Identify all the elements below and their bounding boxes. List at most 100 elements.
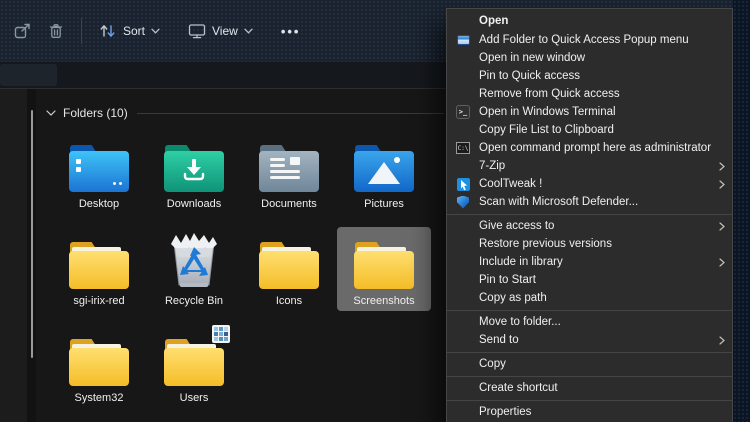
sort-icon [100, 25, 115, 37]
sort-button[interactable]: Sort [91, 15, 168, 47]
folder-tile-icons[interactable]: Icons [242, 227, 336, 311]
menu-item-properties[interactable]: Properties [447, 403, 732, 421]
file-explorer-window: Sort View ••• Folders (10) Desktop Downl… [0, 0, 750, 422]
recycle-bin-icon [171, 233, 217, 287]
menu-item-send-to[interactable]: Send to [447, 331, 732, 349]
menu-separator [447, 351, 732, 353]
menu-item-scan-with-microsoft-defender[interactable]: Scan with Microsoft Defender... [447, 193, 732, 211]
menu-item-create-shortcut[interactable]: Create shortcut [447, 379, 732, 397]
collapse-chevron-icon [46, 110, 56, 116]
pictures-folder-icon [354, 144, 414, 192]
menu-item-give-access-to[interactable]: Give access to [447, 217, 732, 235]
menu-item-pin-to-quick-access[interactable]: Pin to Quick access [447, 67, 732, 85]
chevron-down-icon [151, 28, 160, 34]
yellow-folder-icon [69, 338, 129, 386]
monitor-icon [188, 24, 206, 39]
menu-item-label: Copy as path [479, 292, 547, 304]
see-more-button[interactable]: ••• [273, 15, 309, 47]
folder-label: Pictures [364, 198, 404, 210]
menu-item-label: Send to [479, 334, 519, 346]
menu-item-move-to-folder[interactable]: Move to folder... [447, 313, 732, 331]
menu-item-label: Open in new window [479, 52, 586, 64]
menu-item-label: 7-Zip [479, 160, 506, 172]
nav-scrollbar-thumb[interactable] [31, 110, 33, 358]
nav-scrollbar[interactable] [27, 89, 36, 422]
chevron-down-icon [244, 28, 253, 34]
folder-label: Downloads [166, 198, 222, 210]
share-button[interactable] [6, 15, 40, 47]
folder-tile-documents[interactable]: Documents [242, 130, 336, 214]
folder-tile-pictures[interactable]: Pictures [337, 130, 431, 214]
defender-icon [456, 195, 470, 209]
folder-tile-desktop[interactable]: Desktop [52, 130, 146, 214]
folder-label: System32 [74, 392, 124, 404]
downloads-folder-icon [164, 144, 224, 192]
submenu-chevron-icon [719, 221, 725, 231]
view-button[interactable]: View [180, 15, 261, 47]
folder-label: Users [179, 392, 209, 404]
menu-item-label: Remove from Quick access [479, 88, 620, 100]
folder-tile-downloads[interactable]: Downloads [147, 130, 241, 214]
folder-label: Desktop [78, 198, 120, 210]
menu-item-label: Open in Windows Terminal [479, 106, 616, 118]
terminal-icon: >_ [456, 105, 470, 119]
menu-item-open-command-prompt-here-as-administrator[interactable]: C:\ Open command prompt here as administr… [447, 139, 732, 157]
menu-item-label: Add Folder to Quick Access Popup menu [479, 34, 689, 46]
menu-item-open[interactable]: Open [447, 11, 732, 31]
menu-item-copy-as-path[interactable]: Copy as path [447, 289, 732, 307]
mountain-glyph [368, 162, 400, 184]
menu-item-cooltweak[interactable]: CoolTweak ! [447, 175, 732, 193]
submenu-chevron-icon [719, 335, 725, 345]
menu-item-label: Pin to Start [479, 274, 536, 286]
folders-section-header[interactable]: Folders (10) [46, 106, 444, 120]
menu-item-label: Properties [479, 406, 532, 418]
menu-item-include-in-library[interactable]: Include in library [447, 253, 732, 271]
documents-folder-icon [259, 144, 319, 192]
folder-label: Screenshots [353, 295, 415, 307]
qap-folder-icon [456, 33, 470, 47]
cmd-icon: C:\ [456, 141, 470, 155]
yellow-folder-icon [69, 241, 129, 289]
yellow-folder-icon [259, 241, 319, 289]
folder-label: sgi-irix-red [73, 295, 125, 307]
folder-grid: Desktop Downloads Documents Pictures sgi… [52, 130, 431, 408]
sort-label: Sort [123, 24, 146, 38]
desktop-glyph [76, 159, 81, 164]
menu-item-open-in-windows-terminal[interactable]: >_ Open in Windows Terminal [447, 103, 732, 121]
delete-button[interactable] [40, 15, 72, 47]
menu-item-open-in-new-window[interactable]: Open in new window [447, 49, 732, 67]
folder-tile-recycle-bin[interactable]: Recycle Bin [147, 227, 241, 311]
menu-item-label: Restore previous versions [479, 238, 612, 250]
context-menu: Open Add Folder to Quick Access Popup men… [446, 8, 733, 422]
folder-tile-screenshots[interactable]: Screenshots [337, 227, 431, 311]
menu-item-pin-to-start[interactable]: Pin to Start [447, 271, 732, 289]
section-rule [136, 112, 444, 114]
document-lines-glyph [270, 158, 285, 161]
menu-item-label: Move to folder... [479, 316, 561, 328]
navigation-pane [0, 89, 27, 422]
trash-icon [49, 24, 63, 38]
menu-item-label: Pin to Quick access [479, 70, 580, 82]
folder-tile-sgi-irix-red[interactable]: sgi-irix-red [52, 227, 146, 311]
toolbar-divider [81, 18, 82, 44]
submenu-chevron-icon [719, 257, 725, 267]
menu-item-label: Open [479, 15, 509, 27]
menu-item-7-zip[interactable]: 7-Zip [447, 157, 732, 175]
ellipsis-icon: ••• [280, 23, 301, 39]
folder-label: Icons [275, 295, 303, 307]
users-folder-icon [164, 325, 230, 386]
share-icon [14, 23, 30, 39]
yellow-folder-icon [354, 241, 414, 289]
folders-section-label: Folders (10) [63, 106, 128, 120]
folder-tile-system32[interactable]: System32 [52, 324, 146, 408]
menu-item-copy-file-list-to-clipboard[interactable]: Copy File List to Clipboard [447, 121, 732, 139]
menu-item-remove-from-quick-access[interactable]: Remove from Quick access [447, 85, 732, 103]
menu-item-label: Scan with Microsoft Defender... [479, 196, 639, 208]
menu-item-copy[interactable]: Copy [447, 355, 732, 373]
folder-tile-users[interactable]: Users [147, 324, 241, 408]
menu-item-restore-previous-versions[interactable]: Restore previous versions [447, 235, 732, 253]
cooltweak-icon [456, 177, 470, 191]
menu-item-add-folder-to-quick-access-popup-menu[interactable]: Add Folder to Quick Access Popup menu [447, 31, 732, 49]
menu-separator [447, 375, 732, 377]
menu-separator [447, 213, 732, 215]
